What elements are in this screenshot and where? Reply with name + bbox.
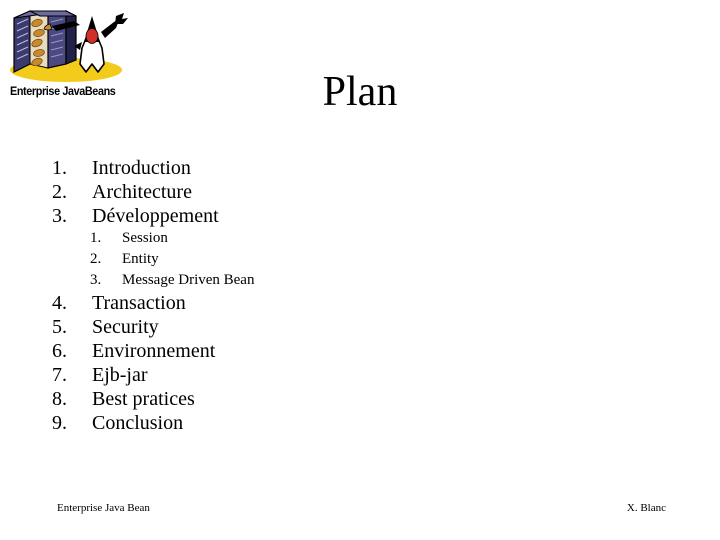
outline-item: 2. Architecture [52, 180, 472, 204]
outline-item-label: Développement [92, 205, 219, 227]
outline-item-label: Security [92, 316, 159, 338]
outline-item-number: 1. [52, 157, 67, 179]
outline-item-label: Conclusion [92, 412, 184, 434]
outline-item-label: Introduction [92, 157, 191, 179]
outline-item-number: 5. [52, 316, 67, 338]
outline-item: 7. Ejb-jar [52, 363, 472, 387]
duke-nose [85, 28, 99, 44]
page-title: Plan [322, 69, 398, 115]
server-side-face [65, 10, 77, 65]
outline-item-number: 8. [52, 388, 67, 410]
outline-subitem: 2. Entity [52, 249, 472, 270]
outline-item-number: 4. [52, 292, 67, 314]
outline-item: 3. Développement [52, 204, 472, 228]
outline-item-number: 2. [52, 181, 67, 203]
duke-right-hand [115, 13, 128, 24]
footer-left-text: Enterprise Java Bean [57, 502, 150, 514]
outline-item-number: 3. [52, 205, 67, 227]
outline-item-label: Best pratices [92, 388, 195, 410]
outline-item-label: Transaction [92, 292, 186, 314]
outline-item: 9. Conclusion [52, 411, 472, 435]
outline-subitem-label: Entity [122, 251, 159, 267]
footer-right-text: X. Blanc [626, 502, 666, 514]
outline-item-label: Ejb-jar [92, 364, 148, 386]
outline-subitem-label: Session [122, 230, 168, 246]
outline-item-number: 9. [52, 412, 67, 434]
outline-item: 8. Best pratices [52, 387, 472, 411]
outline-sublist: 1. Session 2. Entity 3. Message Driven Bean [52, 228, 472, 291]
server-left-door [13, 10, 31, 73]
outline-subitem: 3. Message Driven Bean [52, 270, 472, 291]
outline-item: 6. Environnement [52, 339, 472, 363]
outline-item: 4. Transaction [52, 291, 472, 315]
outline-subitem-number: 1. [90, 230, 102, 246]
outline-subitem-number: 3. [90, 272, 102, 288]
outline-item-label: Environnement [92, 340, 216, 362]
outline-subitem-label: Message Driven Bean [122, 272, 255, 288]
outline-item: 1. Introduction [52, 156, 472, 180]
outline-item-number: 6. [52, 340, 67, 362]
outline-list: 1. Introduction 2. Architecture 3. Développem… [52, 156, 472, 435]
outline-item-label: Architecture [92, 181, 192, 203]
outline-subitem-number: 2. [90, 251, 102, 267]
outline-item: 5. Security [52, 315, 472, 339]
outline-subitem: 1. Session [52, 228, 472, 249]
outline-item-number: 7. [52, 364, 67, 386]
server-front-face [47, 10, 67, 69]
